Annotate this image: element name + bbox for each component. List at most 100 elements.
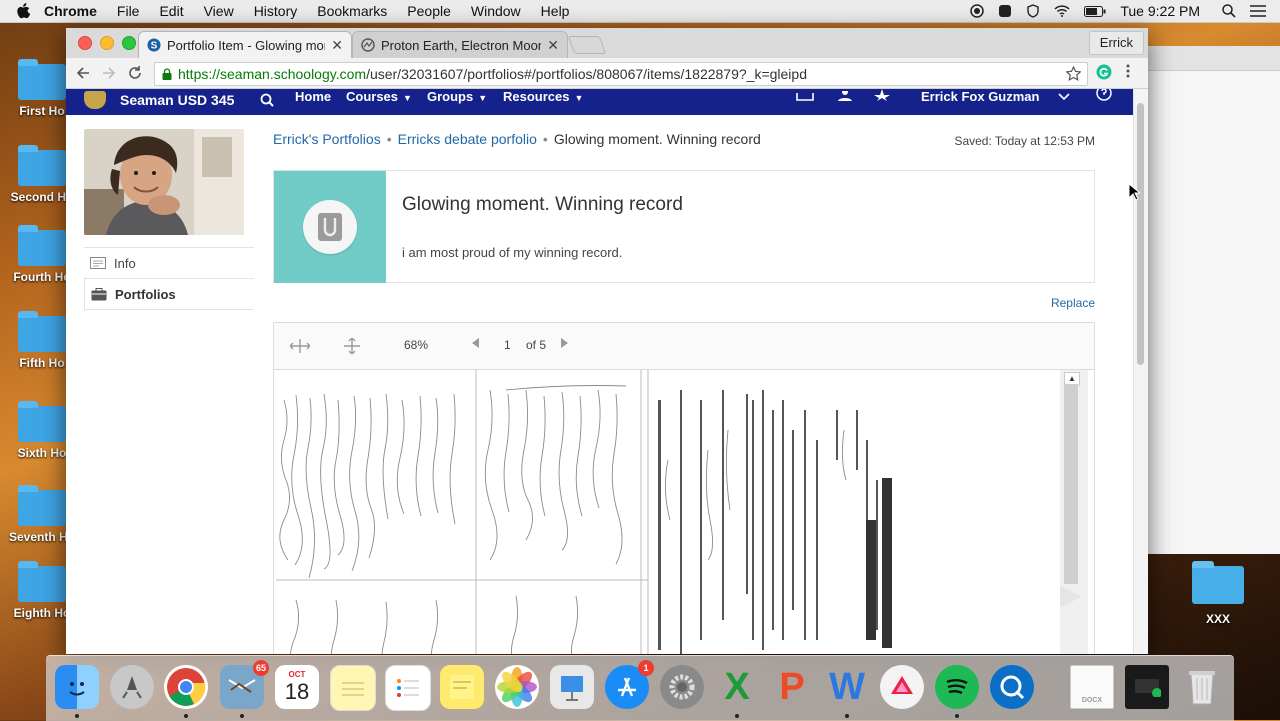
document-scrollbar[interactable]: ▲ ▶: [1060, 370, 1088, 654]
folder-icon: [18, 485, 66, 526]
chrome-icon[interactable]: [164, 665, 208, 709]
powerpoint-icon[interactable]: P: [770, 665, 814, 709]
notification-center-icon[interactable]: [1250, 5, 1266, 17]
apple-icon[interactable]: [16, 3, 32, 19]
photos-icon[interactable]: [495, 665, 539, 709]
current-page[interactable]: 1: [504, 338, 511, 352]
replace-link[interactable]: Replace: [1051, 296, 1095, 310]
zoom-level[interactable]: 68%: [404, 338, 428, 352]
breadcrumb-link-debate-portfolio[interactable]: Erricks debate porfolio: [398, 131, 537, 147]
chrome-menu-icon[interactable]: [1126, 64, 1130, 78]
quicktime-icon[interactable]: [990, 665, 1034, 709]
menu-help[interactable]: Help: [541, 3, 570, 19]
reminders-icon[interactable]: [385, 665, 431, 711]
people-icon[interactable]: [836, 89, 854, 104]
item-thumbnail[interactable]: [274, 171, 386, 283]
excel-icon[interactable]: X: [715, 665, 759, 709]
sidebar-item-info[interactable]: Info: [84, 248, 254, 279]
fit-height-icon[interactable]: [342, 338, 362, 354]
close-window-button[interactable]: [78, 36, 92, 50]
calendar-icon[interactable]: OCT 18: [275, 665, 319, 709]
finder-icon[interactable]: [55, 665, 99, 709]
word-icon[interactable]: W: [825, 665, 869, 709]
lock-icon[interactable]: [162, 68, 172, 80]
evernote-icon[interactable]: [998, 4, 1012, 18]
folder-icon: [18, 401, 66, 442]
document-scroll-thumb[interactable]: [1064, 384, 1078, 584]
bookmark-star-icon[interactable]: [1065, 65, 1082, 84]
chrome-window: S Portfolio Item - Glowing mome ✕ Proton…: [66, 28, 1148, 654]
notifications-icon[interactable]: [874, 89, 890, 104]
nav-groups[interactable]: Groups ▼: [427, 89, 487, 104]
page-scroll-thumb[interactable]: [1137, 103, 1144, 365]
nav-home[interactable]: Home: [295, 89, 331, 104]
user-menu-chevron-icon[interactable]: [1058, 89, 1070, 104]
help-icon[interactable]: [1096, 89, 1112, 104]
menu-history[interactable]: History: [254, 3, 298, 19]
close-tab-icon[interactable]: ✕: [547, 37, 559, 54]
menu-view[interactable]: View: [204, 3, 234, 19]
notes-icon[interactable]: [330, 665, 376, 711]
tab-strip: S Portfolio Item - Glowing mome ✕ Proton…: [66, 28, 1148, 58]
fit-width-icon[interactable]: [290, 338, 310, 354]
tab-proton-earth[interactable]: Proton Earth, Electron Moon ✕: [352, 31, 568, 58]
spotlight-search-icon[interactable]: [1222, 4, 1236, 18]
tab-portfolio-item[interactable]: S Portfolio Item - Glowing mome ✕: [138, 31, 352, 58]
address-bar[interactable]: https://seaman.schoology.com/user/320316…: [154, 62, 1088, 86]
wifi-icon[interactable]: [1054, 5, 1070, 17]
item-title[interactable]: Glowing moment. Winning record: [402, 194, 683, 216]
new-tab-button[interactable]: [567, 36, 607, 54]
menu-bookmarks[interactable]: Bookmarks: [317, 3, 387, 19]
record-icon[interactable]: [970, 4, 985, 18]
profile-photo[interactable]: [84, 129, 244, 235]
minimize-window-button[interactable]: [100, 36, 114, 50]
stickies-icon[interactable]: [440, 665, 484, 709]
document-viewer: 68% 1 of 5 ▲ ▶: [273, 322, 1095, 654]
menu-people[interactable]: People: [407, 3, 451, 19]
caret-down-icon: ▼: [403, 93, 412, 103]
app-store-icon[interactable]: 1: [605, 660, 654, 709]
back-arrow-icon[interactable]: [74, 64, 92, 82]
trash-icon[interactable]: [1180, 665, 1224, 709]
search-icon[interactable]: [260, 93, 274, 110]
item-description[interactable]: i am most proud of my winning record.: [402, 245, 622, 260]
spotify-icon[interactable]: [935, 665, 979, 709]
shield-icon[interactable]: [1026, 4, 1040, 18]
nav-resources[interactable]: Resources ▼: [503, 89, 583, 104]
prev-page-icon[interactable]: [472, 338, 480, 348]
upload-file-icon: [303, 200, 357, 254]
breadcrumb-link-portfolios[interactable]: Errick's Portfolios: [273, 131, 381, 147]
close-tab-icon[interactable]: ✕: [331, 37, 343, 54]
menu-window[interactable]: Window: [471, 3, 521, 19]
nav-courses[interactable]: Courses ▼: [346, 89, 412, 104]
menu-file[interactable]: File: [117, 3, 140, 19]
profile-button[interactable]: Errick: [1088, 31, 1144, 55]
menubar-clock[interactable]: Tue 9:22 PM: [1120, 3, 1200, 19]
menu-app-chrome[interactable]: Chrome: [44, 3, 97, 19]
terminal-icon[interactable]: [1125, 665, 1169, 709]
battery-icon[interactable]: [1084, 5, 1106, 17]
background-window: [1146, 46, 1280, 554]
sidebar-item-portfolios[interactable]: Portfolios: [84, 279, 254, 310]
site-logo[interactable]: Seaman USD 345: [84, 91, 234, 109]
system-preferences-icon[interactable]: [660, 665, 704, 709]
docx-file-icon[interactable]: DOCX: [1070, 665, 1114, 709]
grammarly-extension-icon[interactable]: [1096, 64, 1112, 80]
desktop-folder-xxx[interactable]: XXX: [1186, 561, 1250, 626]
forward-arrow-icon[interactable]: [100, 64, 118, 82]
briefcase-icon: [91, 287, 107, 301]
menu-edit[interactable]: Edit: [159, 3, 183, 19]
messages-icon[interactable]: [796, 89, 814, 104]
page-scrollbar[interactable]: [1133, 89, 1148, 654]
launchpad-icon[interactable]: [110, 665, 154, 709]
keynote-icon[interactable]: [550, 665, 594, 709]
reload-icon[interactable]: [126, 64, 144, 82]
id-card-icon: [90, 256, 106, 270]
mindnode-icon[interactable]: [880, 665, 924, 709]
mail-icon[interactable]: 65: [220, 660, 269, 709]
zoom-window-button[interactable]: [122, 36, 136, 50]
next-page-arrow-icon[interactable]: ▶: [1060, 578, 1088, 618]
next-page-icon[interactable]: [560, 338, 568, 348]
user-name[interactable]: Errick Fox Guzman: [921, 89, 1039, 104]
debate-ballot-scan[interactable]: [276, 370, 1058, 654]
